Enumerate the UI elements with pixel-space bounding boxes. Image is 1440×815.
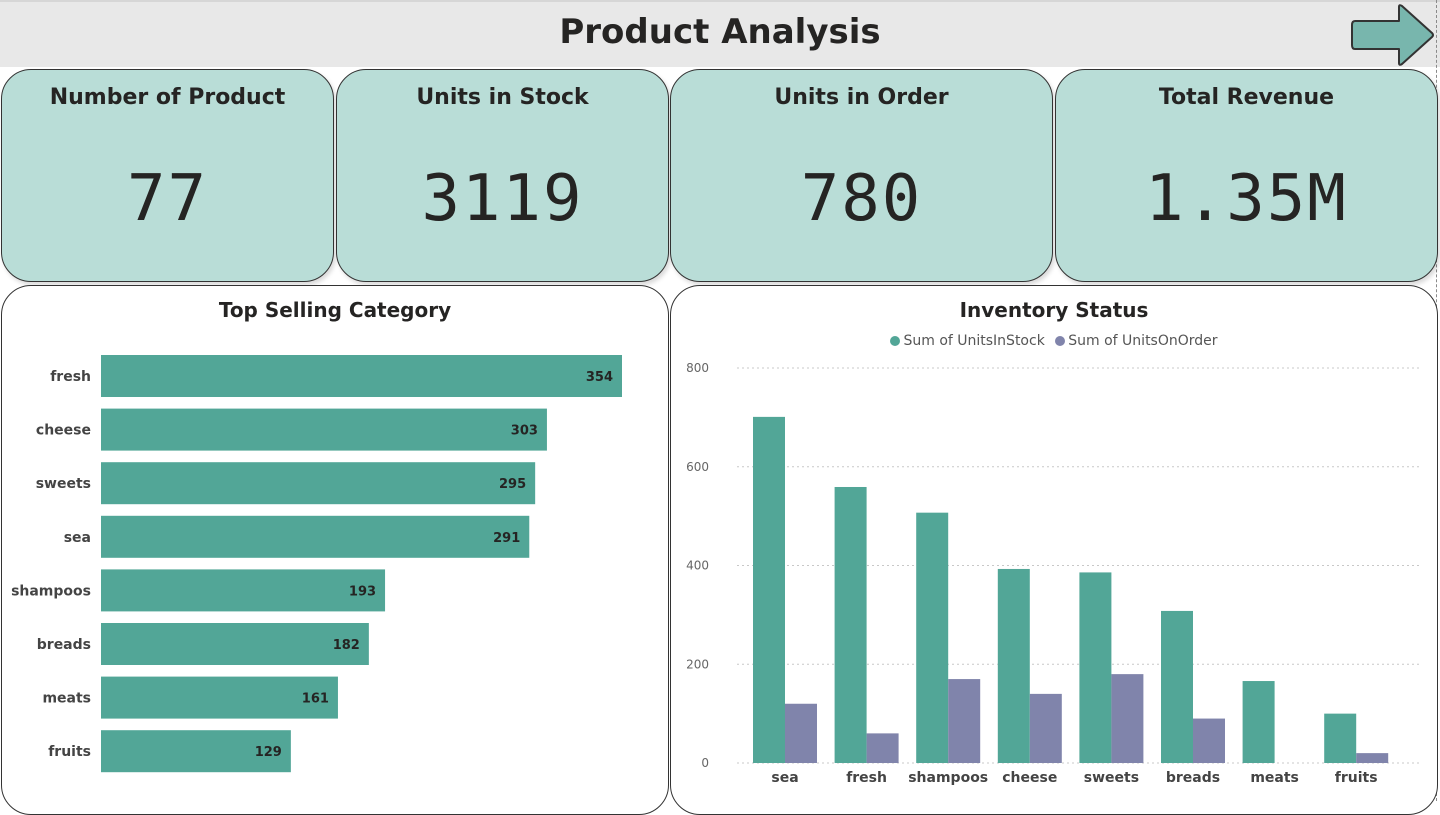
next-page-arrow-icon[interactable]	[1349, 3, 1435, 67]
top-selling-category-panel: Top Selling Category fresh 354 cheese 303 sw…	[1, 285, 669, 815]
data-label-meats: 161	[302, 692, 329, 707]
bar-sea-in-stock	[753, 416, 785, 763]
bar-fresh-in-stock	[834, 486, 867, 763]
kpi-label: Units in Stock	[416, 85, 589, 110]
y-tick-label-200: 200	[686, 657, 709, 671]
y-tick-label-600: 600	[686, 460, 709, 474]
kpi-value: 77	[126, 162, 209, 236]
title-bar: Product Analysis	[0, 0, 1440, 67]
x-tick-label-meats: meats	[1250, 770, 1299, 786]
y-tick-label-0: 0	[701, 756, 709, 770]
x-tick-label-shampoos: shampoos	[908, 770, 988, 786]
kpi-label: Number of Product	[49, 85, 286, 110]
bar-fresh-on-order	[866, 733, 899, 763]
kpi-label: Total Revenue	[1158, 85, 1335, 110]
category-label-meats: meats	[42, 691, 91, 707]
category-label-fresh: fresh	[50, 369, 91, 385]
x-tick-label-sea: sea	[771, 770, 798, 786]
bar-breads-in-stock	[1161, 610, 1193, 763]
bar-fresh	[101, 355, 622, 397]
data-label-fresh: 354	[586, 370, 613, 385]
category-label-shampoos: shampoos	[11, 583, 91, 599]
bar-shampoos-on-order	[948, 679, 981, 763]
bar-shampoos	[101, 569, 386, 612]
kpi-label: Units in Order	[774, 85, 949, 110]
category-label-fruits: fruits	[48, 744, 91, 760]
bar-shampoos-in-stock	[916, 512, 949, 763]
kpi-card-number-of-product: Number of Product 77	[1, 69, 334, 282]
category-label-sea: sea	[64, 530, 91, 546]
x-tick-label-fresh: fresh	[846, 770, 887, 786]
data-label-shampoos: 193	[349, 584, 376, 599]
data-label-sea: 291	[493, 531, 520, 546]
bar-cheese-on-order	[1029, 693, 1062, 763]
bar-breads	[101, 623, 369, 665]
x-tick-label-breads: breads	[1166, 770, 1220, 786]
kpi-value: 1.35M	[1145, 162, 1348, 236]
bar-breads-on-order	[1193, 718, 1225, 763]
x-tick-label-fruits: fruits	[1335, 770, 1378, 786]
category-label-sweets: sweets	[36, 476, 91, 492]
inventory-status-panel: Inventory Status Sum of UnitsInStock Sum…	[670, 285, 1438, 815]
bar-sweets-in-stock	[1079, 572, 1112, 763]
kpi-value: 780	[800, 162, 923, 236]
bar-sea	[101, 515, 530, 558]
data-label-cheese: 303	[511, 424, 538, 439]
bar-sweets	[101, 462, 536, 505]
page-title: Product Analysis	[559, 12, 881, 52]
data-label-breads: 182	[333, 638, 360, 653]
kpi-card-units-in-order: Units in Order 780	[670, 69, 1053, 282]
top-selling-category-chart: fresh 354 cheese 303 sweets 295 sea 291 shampoos…	[11, 355, 622, 773]
bar-fruits-on-order	[1356, 753, 1389, 763]
y-tick-label-400: 400	[686, 559, 709, 573]
x-tick-label-sweets: sweets	[1084, 770, 1139, 786]
bar-cheese	[101, 408, 547, 451]
category-label-breads: breads	[37, 637, 91, 653]
kpi-card-total-revenue: Total Revenue 1.35M	[1055, 69, 1438, 282]
kpi-value: 3119	[421, 162, 584, 236]
kpi-card-units-in-stock: Units in Stock 3119	[336, 69, 669, 282]
bar-meats-in-stock	[1242, 681, 1275, 763]
y-tick-label-800: 800	[686, 361, 709, 375]
bar-sweets-on-order	[1111, 674, 1144, 763]
category-label-cheese: cheese	[36, 423, 91, 439]
bar-fruits-in-stock	[1324, 713, 1357, 763]
bar-cheese-in-stock	[997, 568, 1030, 763]
data-label-sweets: 295	[499, 477, 526, 492]
bar-sea-on-order	[785, 703, 817, 763]
x-tick-label-cheese: cheese	[1002, 770, 1057, 786]
inventory-status-chart: 0 200 400 600 800 sea fresh shampoos cheese sweet…	[686, 361, 1421, 786]
data-label-fruits: 129	[255, 745, 282, 760]
